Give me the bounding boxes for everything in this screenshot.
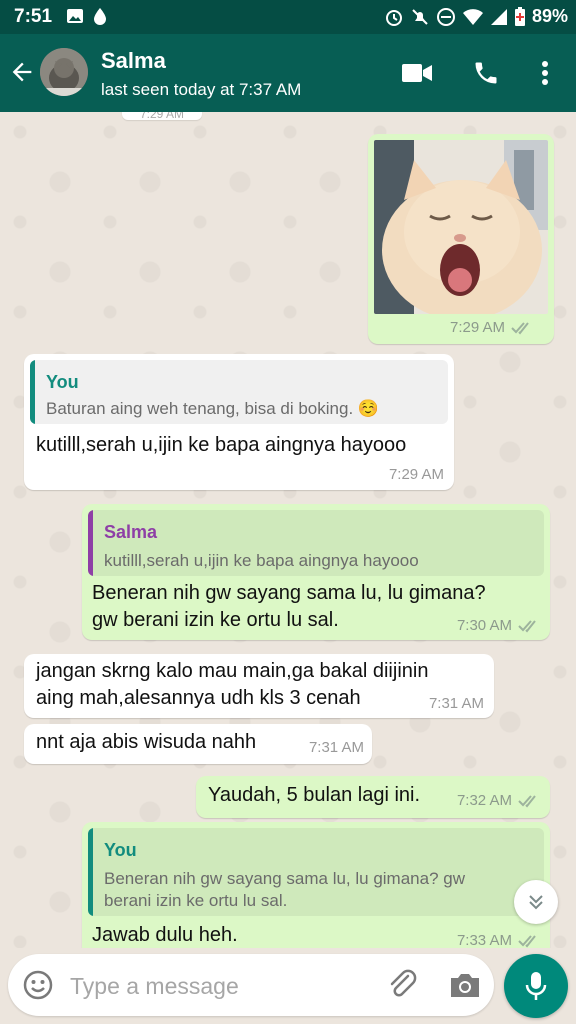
camera-icon[interactable]: [448, 970, 482, 1000]
clip-area: You Beneran nih gw sayang sama lu, lu gi…: [0, 0, 576, 948]
microphone-icon: [525, 972, 547, 1000]
quote-text-line-1: Beneran nih gw sayang sama lu, lu gimana…: [104, 869, 465, 888]
paperclip-icon[interactable]: [386, 968, 420, 1002]
outgoing-message[interactable]: You Beneran nih gw sayang sama lu, lu gi…: [82, 822, 550, 948]
message-time: 7:33 AM: [456, 932, 512, 948]
chevron-double-down-icon: [529, 895, 543, 910]
message-input[interactable]: [68, 968, 372, 1004]
message-composer: [8, 954, 494, 1016]
read-ticks-icon: [518, 934, 536, 947]
scroll-to-bottom-button[interactable]: [514, 880, 558, 924]
quoted-message[interactable]: You Beneran nih gw sayang sama lu, lu gi…: [88, 828, 544, 916]
emoji-icon[interactable]: [22, 969, 54, 1001]
message-meta: 7:33 AM: [457, 932, 540, 948]
microphone-button[interactable]: [504, 954, 568, 1018]
quote-author: You: [104, 840, 137, 860]
quote-bar: [88, 828, 93, 916]
message-text: Jawab dulu heh.: [92, 924, 238, 946]
quote-text-line-2: berani izin ke ortu lu sal.: [104, 891, 288, 910]
